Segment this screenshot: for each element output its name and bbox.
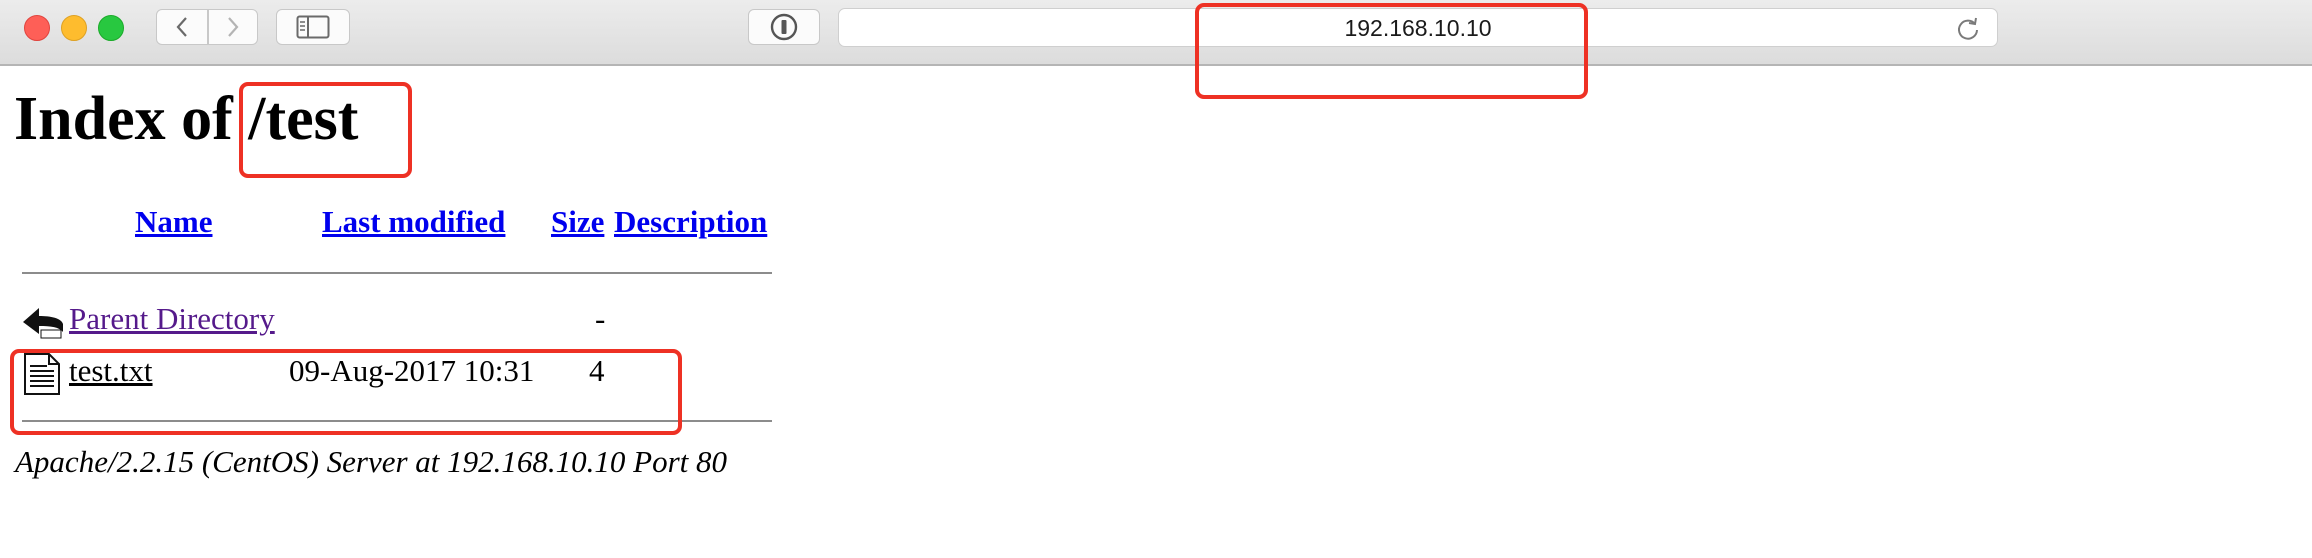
forward-button[interactable] <box>208 9 258 45</box>
parent-directory-size: - <box>595 301 606 336</box>
reload-icon[interactable] <box>1955 16 1981 42</box>
site-info-button[interactable] <box>748 9 820 45</box>
back-arrow-icon <box>23 308 63 339</box>
sort-by-description-link[interactable]: Description <box>614 204 767 240</box>
zoom-window-button[interactable] <box>98 15 124 41</box>
close-window-button[interactable] <box>24 15 50 41</box>
sort-by-size-link[interactable]: Size <box>551 204 604 240</box>
annotation-box-url <box>1195 3 1588 99</box>
back-button[interactable] <box>156 9 208 45</box>
sidebar-icon <box>296 15 330 39</box>
browser-toolbar: 192.168.10.10 <box>0 0 2312 66</box>
chevron-right-icon <box>228 17 239 37</box>
annotation-box-title <box>239 82 412 178</box>
server-signature: Apache/2.2.15 (CentOS) Server at 192.168… <box>15 444 728 479</box>
sort-by-name-link[interactable]: Name <box>135 204 212 240</box>
minimize-window-button[interactable] <box>61 15 87 41</box>
header-divider <box>22 272 772 274</box>
info-icon <box>770 13 798 41</box>
sort-by-last-modified-link[interactable]: Last modified <box>322 204 505 240</box>
sidebar-toggle-button[interactable] <box>276 9 350 45</box>
chevron-left-icon <box>176 17 187 37</box>
annotation-box-file-row <box>10 349 682 435</box>
parent-directory-link[interactable]: Parent Directory <box>69 301 275 337</box>
